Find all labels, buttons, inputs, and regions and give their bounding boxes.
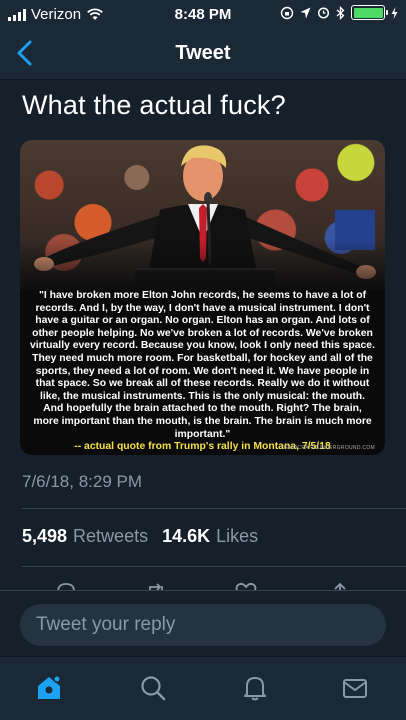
tab-bar bbox=[0, 656, 406, 720]
notifications-icon bbox=[244, 677, 266, 701]
retweets-count[interactable]: 5,498 bbox=[22, 526, 67, 547]
location-icon bbox=[300, 7, 311, 18]
bluetooth-icon bbox=[336, 5, 345, 20]
page-title: Tweet bbox=[175, 42, 231, 64]
likes-count[interactable]: 14.6K bbox=[162, 526, 210, 547]
quote-text: "I have broken more Elton John records, … bbox=[30, 290, 375, 440]
tab-messages[interactable] bbox=[340, 673, 370, 703]
reply-bar: Tweet your reply bbox=[0, 590, 406, 656]
tweet-stats: 5,498 Retweets 14.6K Likes bbox=[22, 526, 266, 547]
tweet-image[interactable]: "I have broken more Elton John records, … bbox=[20, 140, 385, 455]
status-right bbox=[280, 5, 398, 20]
charging-icon bbox=[391, 6, 398, 19]
image-quote: "I have broken more Elton John records, … bbox=[30, 290, 375, 454]
divider bbox=[22, 508, 406, 509]
tab-notifications[interactable] bbox=[240, 673, 270, 703]
retweets-label[interactable]: Retweets bbox=[73, 526, 148, 547]
orientation-lock-icon bbox=[280, 6, 294, 19]
image-watermark: DEMOCRATICUNDERGROUND.COM bbox=[281, 445, 375, 451]
tab-search[interactable] bbox=[138, 673, 168, 703]
tweet-text: What the actual fuck? bbox=[22, 90, 286, 120]
messages-icon bbox=[343, 679, 367, 698]
tweet-timestamp: 7/6/18, 8:29 PM bbox=[22, 472, 143, 491]
search-icon bbox=[141, 676, 166, 701]
home-icon bbox=[38, 675, 61, 699]
nav-bar: Tweet bbox=[0, 28, 406, 80]
likes-label[interactable]: Likes bbox=[216, 526, 258, 547]
divider bbox=[22, 566, 406, 567]
battery-icon bbox=[351, 5, 388, 20]
reply-input[interactable]: Tweet your reply bbox=[20, 604, 386, 646]
status-bar: Verizon 8:48 PM bbox=[0, 0, 406, 28]
alarm-icon bbox=[317, 7, 330, 19]
tab-home[interactable] bbox=[34, 673, 64, 703]
